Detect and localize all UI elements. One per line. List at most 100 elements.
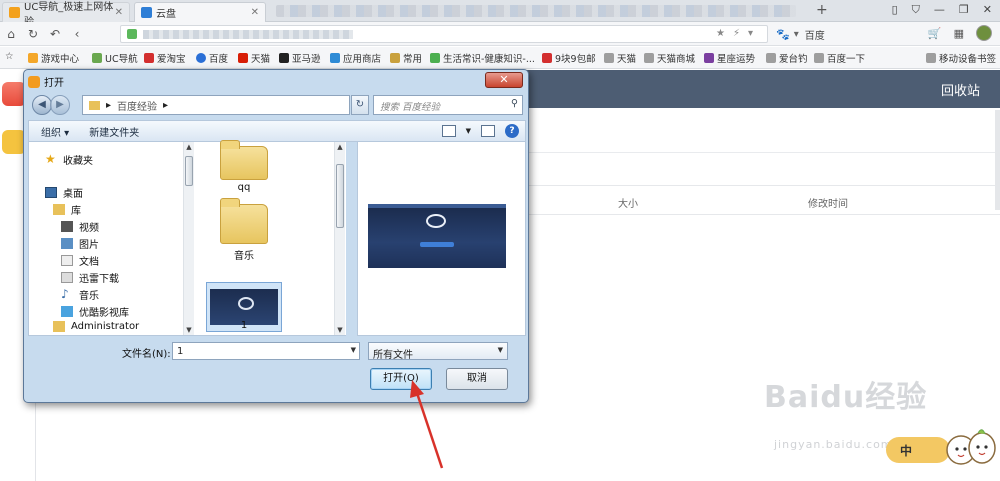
bookmark-item[interactable]: 百度 xyxy=(196,51,228,65)
breadcrumb[interactable]: ▸ 百度经验 ▸ xyxy=(82,95,350,115)
bookmark-star-icon[interactable]: ☆ xyxy=(5,51,14,62)
search-engine-box[interactable]: 🐾 ▾ 百度 xyxy=(776,25,916,43)
grid-icon[interactable]: ▦ xyxy=(954,27,964,40)
navigation-pane: ★ 收藏夹 桌面 库 视频 图片 文档 迅雷下载 ♪ 音乐 优酷影视库 Admi… xyxy=(28,142,194,336)
file-type-select[interactable]: 所有文件 ▼ xyxy=(368,342,508,361)
taobao-icon xyxy=(144,53,154,63)
file-item-qq[interactable]: qq xyxy=(220,140,268,193)
column-size[interactable]: 大小 xyxy=(618,195,638,210)
bookmark-item[interactable]: 常用 xyxy=(390,51,422,65)
bookmark-item[interactable]: 爱台钓 xyxy=(766,51,808,65)
minimize-icon[interactable]: — xyxy=(934,3,945,17)
new-folder-button[interactable]: 新建文件夹 xyxy=(89,124,139,139)
chevron-right-icon: ▸ xyxy=(163,99,169,111)
organize-menu[interactable]: 组织 ▾ xyxy=(41,124,69,139)
nav-pictures[interactable]: 图片 xyxy=(61,236,99,251)
cart-icon[interactable]: 🛒 xyxy=(928,27,942,40)
upload-button[interactable]: 中 xyxy=(886,437,950,463)
uc-icon xyxy=(92,53,102,63)
bookmark-item[interactable]: 生活常识-健康知识-... xyxy=(430,51,535,65)
dialog-toolbar: 组织 ▾ 新建文件夹 ▼ ? xyxy=(28,120,526,142)
bookmark-item[interactable]: 百度一下 xyxy=(814,51,865,65)
baidu-watermark: Baidu经验 xyxy=(764,380,928,415)
file-item-music[interactable]: 音乐 xyxy=(220,198,268,262)
blurred-url xyxy=(143,30,353,39)
pin-icon[interactable]: ▯ xyxy=(892,3,898,17)
bookmark-item[interactable]: 应用商店 xyxy=(330,51,381,65)
file-scrollbar[interactable]: ▲ ▼ xyxy=(334,142,345,335)
bookmark-item[interactable]: 9块9包邮 xyxy=(542,51,596,65)
scroll-up-icon[interactable]: ▲ xyxy=(184,143,194,151)
nav-video[interactable]: 视频 xyxy=(61,219,99,234)
undo-icon[interactable]: ↶ xyxy=(44,27,66,41)
tab-cloud-disk[interactable]: 云盘 ✕ xyxy=(134,2,266,22)
nav-thunder-downloads[interactable]: 迅雷下载 xyxy=(61,270,119,285)
address-bar: ⌂ ↻ ↶ ‹ ★⚡▾ 🐾 ▾ 百度 🛒 ▦ xyxy=(0,22,1000,46)
tab-close-icon[interactable]: ✕ xyxy=(251,7,259,18)
tab-label: 云盘 xyxy=(156,9,176,20)
maximize-icon[interactable]: ❐ xyxy=(959,3,969,17)
bookmark-item[interactable]: 爱淘宝 xyxy=(144,51,186,65)
nav-youku-library[interactable]: 优酷影视库 xyxy=(61,304,129,319)
bookmarks-bar: ☆ 游戏中心 UC导航 爱淘宝 百度 天猫 亚马逊 应用商店 常用 生活常识-健… xyxy=(0,47,1000,69)
home-icon[interactable]: ⌂ xyxy=(0,27,22,41)
nav-desktop[interactable]: 桌面 xyxy=(45,185,83,200)
bookmark-item[interactable]: 天猫 xyxy=(238,51,270,65)
nav-scrollbar[interactable]: ▲ ▼ xyxy=(183,142,194,335)
bookmark-item[interactable]: 天猫 xyxy=(604,51,636,65)
scroll-thumb[interactable] xyxy=(336,164,344,228)
bookmark-item[interactable]: 亚马逊 xyxy=(279,51,321,65)
recycle-bin-link[interactable]: 回收站 xyxy=(941,80,980,99)
back-arrow-icon[interactable]: ◀ xyxy=(32,95,52,115)
refresh-icon[interactable]: ↻ xyxy=(351,95,369,115)
scroll-down-icon[interactable]: ▼ xyxy=(184,326,194,334)
url-input[interactable]: ★⚡▾ xyxy=(120,25,768,43)
bookmark-item[interactable]: 天猫商城 xyxy=(644,51,695,65)
bookmark-item[interactable]: UC导航 xyxy=(92,51,138,65)
bookmark-item[interactable]: 星座运势 xyxy=(704,51,755,65)
nav-favorites[interactable]: ★ 收藏夹 xyxy=(45,152,93,167)
uc-favicon-icon xyxy=(9,7,20,18)
dialog-close-button[interactable]: ✕ xyxy=(485,72,523,88)
tab-close-icon[interactable]: ✕ xyxy=(115,7,123,18)
help-icon[interactable]: ? xyxy=(505,124,519,138)
preview-pane-icon[interactable] xyxy=(481,125,495,137)
back-icon[interactable]: ‹ xyxy=(66,27,88,41)
breadcrumb-item[interactable]: 百度经验 xyxy=(117,98,157,113)
file-item-1[interactable]: 1 xyxy=(206,282,282,332)
tab-uc-nav[interactable]: UC导航_极速上网体验 ✕ xyxy=(2,2,130,28)
column-modified[interactable]: 修改时间 xyxy=(808,195,848,210)
chevron-down-icon[interactable]: ▼ xyxy=(351,346,356,354)
nav-libraries[interactable]: 库 xyxy=(53,202,81,217)
shirt-icon[interactable]: ⛉ xyxy=(912,3,920,17)
folder-icon xyxy=(89,100,100,110)
forward-arrow-icon[interactable]: ▶ xyxy=(50,95,70,115)
user-folder-icon xyxy=(53,321,65,332)
avatar[interactable] xyxy=(976,25,992,41)
chevron-down-icon[interactable]: ▼ xyxy=(466,127,471,135)
bookmark-item[interactable]: 移动设备书签 xyxy=(926,51,996,65)
scroll-down-icon[interactable]: ▼ xyxy=(335,326,345,334)
page-scrollbar[interactable] xyxy=(995,110,1000,210)
nav-music[interactable]: ♪ 音乐 xyxy=(61,287,99,302)
refresh-icon[interactable]: ↻ xyxy=(22,27,44,41)
close-window-icon[interactable]: ✕ xyxy=(983,3,992,17)
nav-administrator[interactable]: Administrator xyxy=(53,321,139,332)
lock-icon xyxy=(127,29,137,39)
dialog-search-input[interactable]: 搜索 百度经验 ⚲ xyxy=(373,95,523,115)
tmall-icon xyxy=(238,53,248,63)
view-options-icon[interactable] xyxy=(441,125,456,137)
baidu-icon xyxy=(196,53,206,63)
scroll-thumb[interactable] xyxy=(185,156,193,186)
new-tab-icon[interactable]: + xyxy=(816,2,828,18)
nav-documents[interactable]: 文档 xyxy=(61,253,99,268)
scroll-up-icon[interactable]: ▲ xyxy=(335,143,345,151)
baidu-watermark-url: jingyan.baidu.com xyxy=(774,438,893,451)
video-library-icon xyxy=(61,306,73,317)
library-icon xyxy=(53,204,65,215)
dialog-title-bar: 打开 xyxy=(28,74,64,89)
bookmark-item[interactable]: 游戏中心 xyxy=(28,51,79,65)
search-engine-label: 百度 xyxy=(804,30,825,42)
filename-input[interactable]: 1 ▼ xyxy=(172,342,360,360)
url-actions: ★⚡▾ xyxy=(715,28,761,39)
